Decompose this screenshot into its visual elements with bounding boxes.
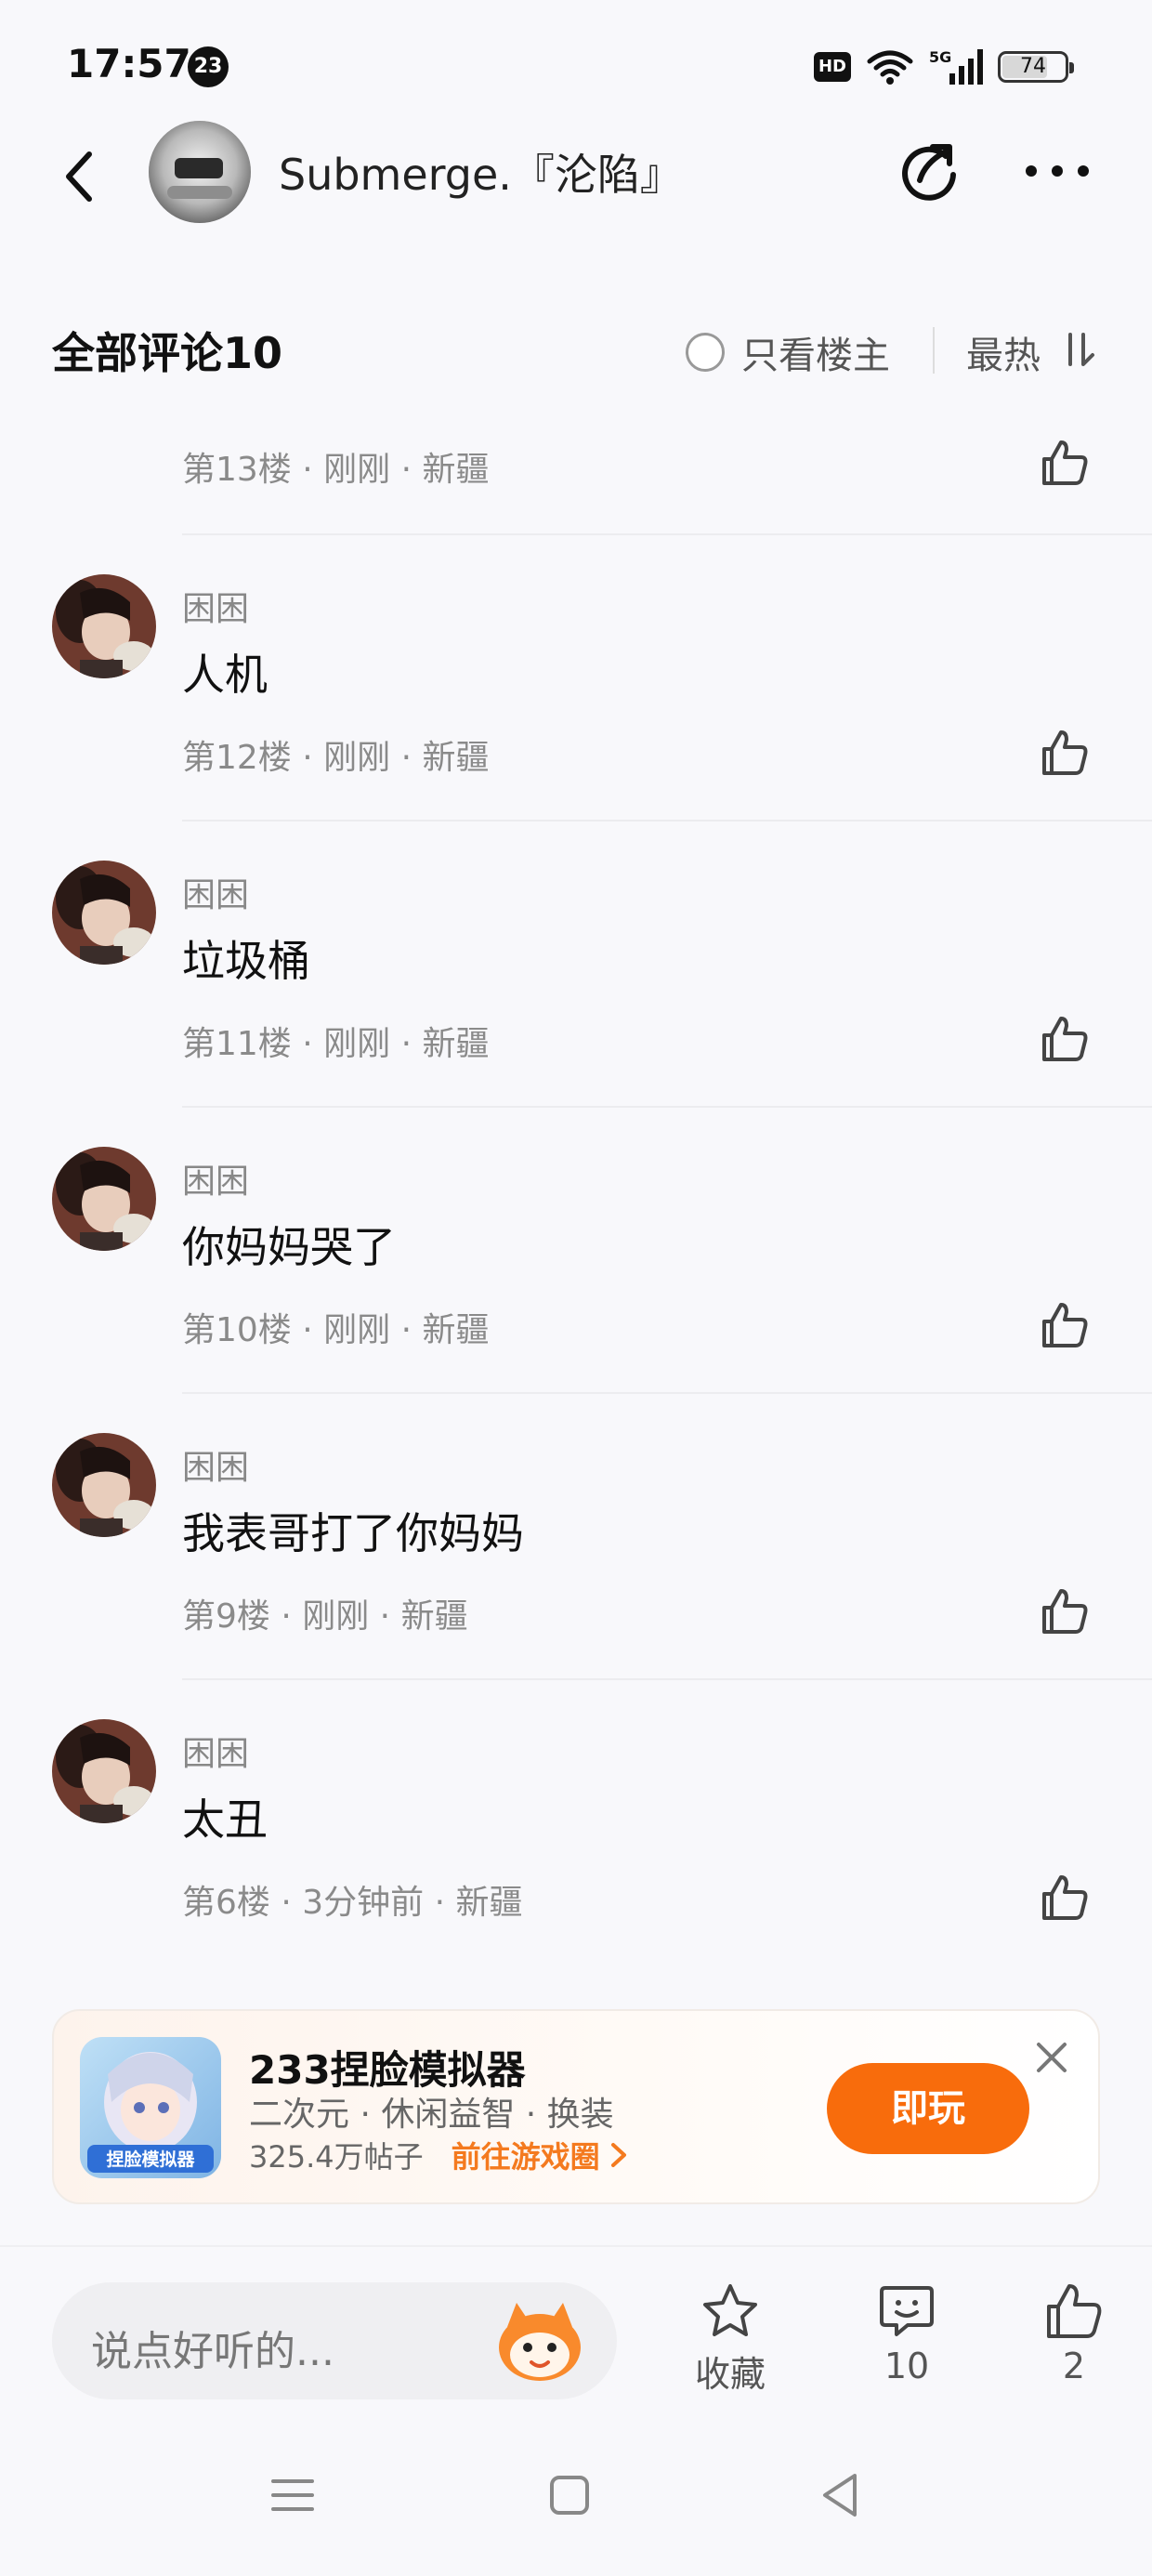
comment-divider [182, 1392, 1152, 1394]
like-icon[interactable] [1039, 1872, 1091, 1924]
comments-button[interactable]: 10 [851, 2280, 962, 2401]
comment-text: 垃圾桶 [182, 936, 310, 986]
comment-meta: 第6楼 · 3分钟前 · 新疆 [182, 1884, 523, 1922]
thumbs-up-icon [1047, 2284, 1102, 2338]
comment-meta: 第12楼 · 刚刚 · 新疆 [182, 739, 490, 777]
like-icon[interactable] [1039, 1299, 1091, 1351]
sort-button[interactable]: 最热 [966, 325, 1041, 379]
comment-item: 第13楼 · 刚刚 · 新疆 [0, 409, 1152, 535]
star-icon [703, 2284, 757, 2336]
home-icon[interactable] [537, 2463, 602, 2528]
back-arrow-icon[interactable] [46, 143, 113, 210]
comment-meta: 第9楼 · 刚刚 · 新疆 [182, 1597, 468, 1636]
commenter-name[interactable]: 困困 [182, 1727, 249, 1775]
favorite-label: 收藏 [694, 2354, 766, 2395]
comment-divider [182, 533, 1152, 535]
commenter-avatar[interactable] [52, 861, 156, 965]
commenter-name[interactable]: 困困 [182, 582, 249, 630]
comment-divider [182, 820, 1152, 821]
status-time: 17:57 [67, 41, 191, 86]
ad-game-tags: 二次元 · 休闲益智 · 换装 [249, 2096, 614, 2134]
cellular-signal-icon: 5G [929, 48, 983, 85]
wifi-icon [867, 50, 913, 85]
comment-meta: 第13楼 · 刚刚 · 新疆 [182, 451, 490, 489]
comment-item: 困困 垃圾桶 第11楼 · 刚刚 · 新疆 [0, 861, 1152, 1108]
commenter-avatar[interactable] [52, 1147, 156, 1251]
post-header: Submerge.『沦陷』 [0, 121, 1152, 232]
comment-text: 我表哥打了你妈妈 [182, 1508, 524, 1558]
comment-text: 太丑 [182, 1794, 268, 1845]
system-nav-bar [0, 2416, 1152, 2576]
comment-item: 困困 你妈妈哭了 第10楼 · 刚刚 · 新疆 [0, 1147, 1152, 1394]
ad-game-thumbnail-image: 捏脸模拟器 [80, 2037, 221, 2178]
sort-icon[interactable] [1061, 331, 1098, 368]
only-op-radio[interactable] [686, 333, 725, 372]
battery-level-label: 74 [1020, 55, 1046, 78]
commenter-name[interactable]: 困困 [182, 1440, 249, 1489]
commenter-avatar-image [52, 1433, 156, 1537]
status-icons: HD 5G 74 [814, 46, 1074, 87]
post-comments-screen: 17:57 23 HD 5G 74 Submerge.『沦陷』 全部评论10 只… [0, 0, 1152, 2576]
ad-game-stats: 325.4万帖子 前往游戏圈 [249, 2134, 628, 2176]
comment-count: 10 [884, 2346, 930, 2386]
more-icon[interactable] [1022, 149, 1093, 193]
ad-play-button[interactable]: 即玩 [827, 2063, 1029, 2154]
comment-item: 困困 太丑 第6楼 · 3分钟前 · 新疆 [0, 1719, 1152, 1963]
ad-game-thumbnail[interactable]: 捏脸模拟器 [80, 2037, 221, 2178]
comment-divider [182, 1678, 1152, 1680]
comment-meta: 第10楼 · 刚刚 · 新疆 [182, 1311, 490, 1349]
commenter-name[interactable]: 困困 [182, 868, 249, 916]
like-icon[interactable] [1039, 437, 1091, 489]
comment-input[interactable]: 说点好听的... [52, 2282, 617, 2399]
commenter-avatar[interactable] [52, 1433, 156, 1537]
comment-text: 人机 [182, 650, 268, 700]
ad-game-circle-link[interactable]: 前往游戏圈 [452, 2134, 628, 2176]
comment-item: 困困 我表哥打了你妈妈 第9楼 · 刚刚 · 新疆 [0, 1433, 1152, 1680]
like-post-button[interactable]: 2 [1018, 2280, 1130, 2401]
author-avatar-image [149, 121, 251, 223]
battery-icon: 74 [998, 51, 1074, 83]
commenter-avatar-image [52, 861, 156, 965]
close-icon[interactable] [1031, 2037, 1072, 2078]
comment-divider [182, 1106, 1152, 1108]
commenter-name[interactable]: 困困 [182, 1154, 249, 1203]
share-icon[interactable] [892, 134, 966, 208]
post-author-name[interactable]: Submerge.『沦陷』 [279, 141, 683, 203]
comment-input-placeholder: 说点好听的... [91, 2328, 334, 2375]
comment-item: 困困 人机 第12楼 · 刚刚 · 新疆 [0, 574, 1152, 821]
comments-header: 全部评论10 只看楼主 最热 [0, 307, 1152, 390]
like-icon[interactable] [1039, 1013, 1091, 1065]
commenter-avatar[interactable] [52, 574, 156, 678]
emoji-mascot-icon[interactable] [489, 2295, 591, 2388]
bottom-action-bar: 说点好听的... 收藏 10 2 [0, 2245, 1152, 2403]
like-icon[interactable] [1039, 727, 1091, 779]
network-type-label: 5G [929, 48, 951, 66]
notification-count-badge: 23 [188, 46, 229, 87]
game-ad-card[interactable]: 捏脸模拟器 233捏脸模拟器 二次元 · 休闲益智 · 换装 325.4万帖子 … [52, 2009, 1100, 2204]
status-bar: 17:57 23 HD 5G 74 [0, 0, 1152, 130]
only-op-label: 只看楼主 [741, 335, 890, 377]
ad-thumbnail-label: 捏脸模拟器 [106, 2149, 195, 2170]
comment-bubble-icon [880, 2286, 934, 2336]
comment-meta: 第11楼 · 刚刚 · 新疆 [182, 1025, 490, 1063]
back-triangle-icon[interactable] [808, 2463, 873, 2528]
ad-post-count: 325.4万帖子 [249, 2139, 424, 2175]
chevron-right-icon [610, 2143, 626, 2167]
commenter-avatar-image [52, 1719, 156, 1823]
ad-game-circle-link-label: 前往游戏圈 [451, 2139, 600, 2175]
commenter-avatar-image [52, 574, 156, 678]
commenter-avatar-image [52, 1147, 156, 1251]
hd-icon: HD [814, 52, 851, 82]
comments-title: 全部评论10 [52, 328, 283, 378]
divider [933, 327, 935, 374]
comment-text: 你妈妈哭了 [182, 1222, 396, 1272]
favorite-button[interactable]: 收藏 [674, 2280, 786, 2401]
author-avatar[interactable] [149, 121, 251, 223]
like-count: 2 [1062, 2346, 1086, 2386]
like-icon[interactable] [1039, 1585, 1091, 1637]
menu-icon[interactable] [260, 2463, 325, 2528]
commenter-avatar[interactable] [52, 1719, 156, 1823]
only-op-toggle[interactable]: 只看楼主 [686, 325, 890, 379]
